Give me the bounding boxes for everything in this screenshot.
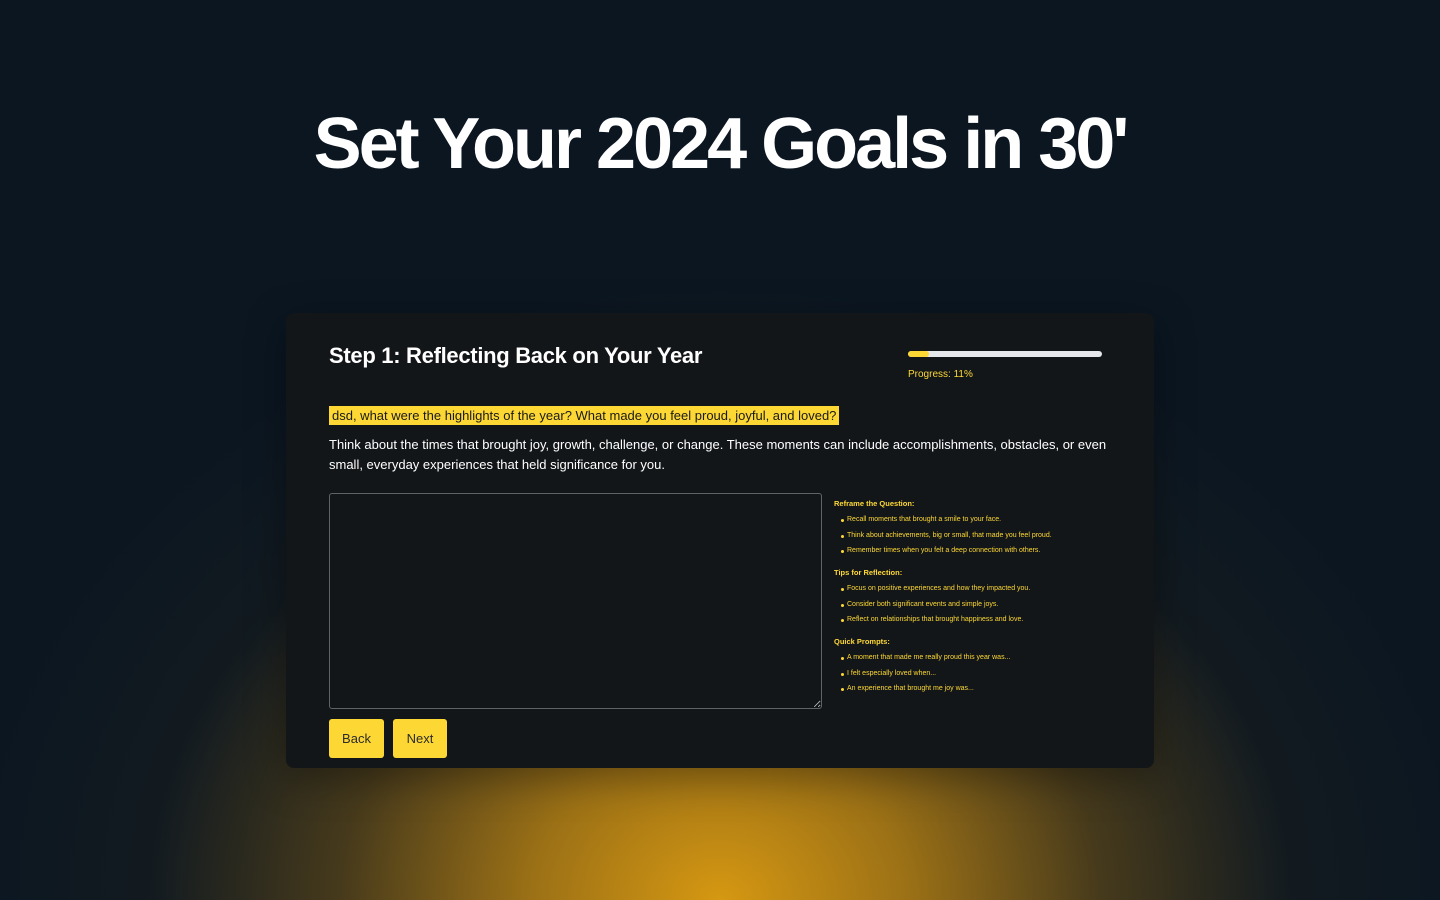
tips-heading: Reframe the Question: [834, 499, 915, 508]
progress-label: Progress: 11% [908, 369, 973, 380]
question-highlight: dsd, what were the highlights of the yea… [329, 406, 840, 425]
tips-list-item: Reflect on relationships that brought ha… [841, 615, 1124, 625]
tips-list-item: Recall moments that brought a smile to y… [841, 515, 1124, 525]
tips-section-prompts: Quick Prompts: A moment that made me rea… [834, 637, 1124, 694]
progress-bar-track [908, 351, 1102, 357]
reflection-textarea[interactable] [329, 493, 822, 709]
tips-section-reflection: Tips for Reflection: Focus on positive e… [834, 568, 1124, 625]
tips-list-item: Consider both significant events and sim… [841, 600, 1124, 610]
hero-title: Set Your 2024 Goals in 30' [313, 104, 1130, 184]
step-description: Think about the times that brought joy, … [329, 437, 1107, 472]
progress-indicator: Progress: 11% [908, 351, 1102, 381]
tips-list-item: Focus on positive experiences and how th… [841, 584, 1124, 594]
tips-list-item: A moment that made me really proud this … [841, 653, 1124, 663]
tips-list-item: An experience that brought me joy was... [841, 684, 1124, 694]
tips-heading: Tips for Reflection: [834, 568, 903, 577]
tips-list: Recall moments that brought a smile to y… [834, 515, 1124, 556]
tips-section-reframe: Reframe the Question: Recall moments tha… [834, 499, 1124, 556]
tips-list-item: Think about achievements, big or small, … [841, 531, 1124, 541]
tips-heading: Quick Prompts: [834, 637, 890, 646]
tips-list: Focus on positive experiences and how th… [834, 584, 1124, 625]
next-button[interactable]: Next [393, 719, 447, 758]
step-card: Step 1: Reflecting Back on Your Year Pro… [286, 313, 1154, 768]
tips-list: A moment that made me really proud this … [834, 653, 1124, 694]
tips-list-item: I felt especially loved when... [841, 669, 1124, 679]
tips-list-item: Remember times when you felt a deep conn… [841, 546, 1124, 556]
progress-bar-fill [908, 351, 930, 357]
tips-panel: Reframe the Question: Recall moments tha… [834, 499, 1124, 706]
step-title: Step 1: Reflecting Back on Your Year [329, 343, 703, 368]
back-button[interactable]: Back [329, 719, 384, 758]
